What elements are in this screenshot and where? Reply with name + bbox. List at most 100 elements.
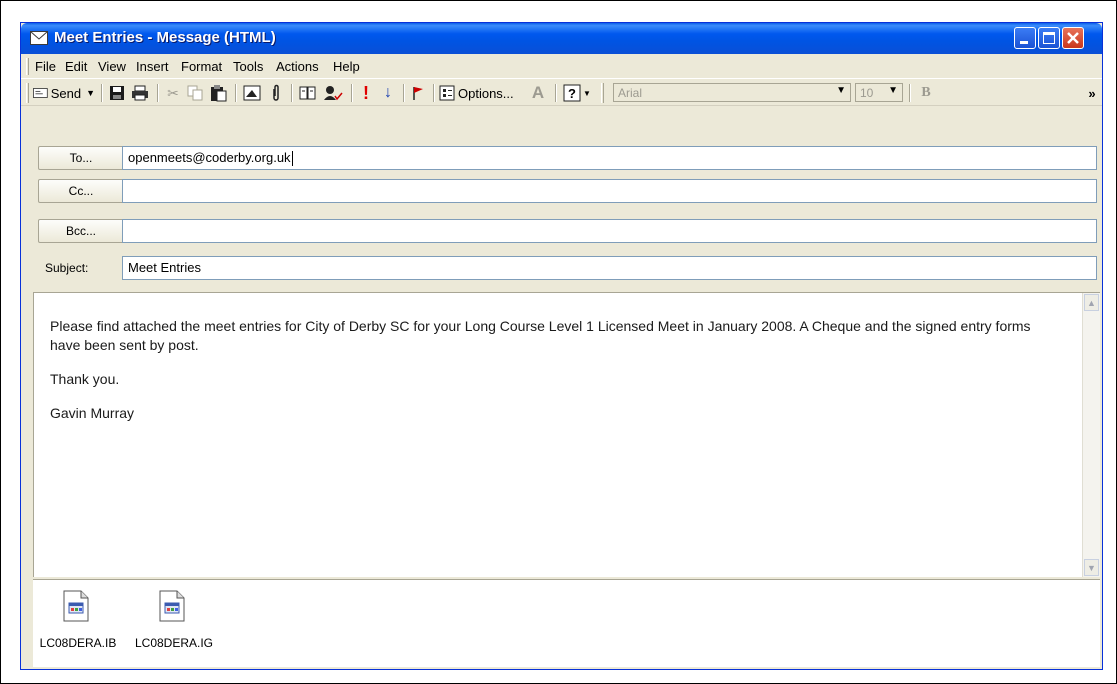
options-button[interactable]: Options...: [439, 83, 525, 103]
menu-file[interactable]: File: [35, 59, 56, 74]
menu-format[interactable]: Format: [181, 59, 222, 74]
font-style-button[interactable]: A: [527, 83, 549, 103]
attachment-item[interactable]: LC08DERA.IG: [129, 590, 219, 660]
close-icon: [1067, 32, 1079, 44]
cc-button[interactable]: Cc...: [38, 179, 124, 203]
send-label: Send: [50, 85, 82, 101]
toolbar-separator: [291, 84, 293, 102]
font-name-value: Arial: [618, 86, 643, 100]
scroll-up-button[interactable]: ▲: [1084, 294, 1099, 311]
options-icon: [439, 85, 455, 101]
bcc-button[interactable]: Bcc...: [38, 219, 124, 243]
subject-field[interactable]: Meet Entries: [122, 256, 1097, 280]
title-bar[interactable]: Meet Entries - Message (HTML): [21, 23, 1102, 54]
file-icon: [159, 590, 185, 622]
vertical-scrollbar[interactable]: ▲ ▼: [1082, 293, 1100, 577]
importance-low-button[interactable]: ↓: [379, 83, 397, 103]
toolbar-separator: [555, 84, 557, 102]
maximize-button[interactable]: [1038, 27, 1060, 49]
close-button[interactable]: [1062, 27, 1084, 49]
check-names-button[interactable]: [241, 83, 263, 103]
font-size-dropdown-icon: ▼: [888, 85, 898, 96]
send-button[interactable]: Send ▼: [33, 83, 95, 103]
scroll-down-button[interactable]: ▼: [1084, 559, 1099, 576]
menu-grip: [26, 58, 29, 75]
insert-file-button[interactable]: [267, 83, 285, 103]
body-paragraph: Gavin Murray: [50, 405, 135, 421]
follow-up-flag-button[interactable]: [409, 83, 427, 103]
toolbar-separator: [403, 84, 405, 102]
formatting-grip: [601, 83, 604, 103]
options-label: Options...: [458, 85, 514, 101]
bold-label: B: [921, 85, 931, 100]
toolbar-separator: [909, 84, 911, 102]
cc-field[interactable]: [122, 179, 1097, 203]
menu-edit[interactable]: Edit: [65, 59, 87, 74]
toolbar-grip: [26, 83, 29, 103]
menu-bar: File Edit View Insert Format Tools Actio…: [21, 55, 1102, 77]
bcc-field[interactable]: [122, 219, 1097, 243]
message-window: Meet Entries - Message (HTML) File Edit …: [20, 22, 1103, 670]
help-button[interactable]: ? ▼: [561, 83, 593, 103]
font-size-combo[interactable]: 10 ▼: [855, 83, 903, 102]
attachment-name: LC08DERA.IB: [39, 636, 117, 650]
print-button[interactable]: [129, 83, 151, 103]
file-icon: [63, 590, 89, 622]
envelope-icon: [30, 31, 48, 45]
bold-button[interactable]: B: [917, 83, 935, 103]
toolbar-separator: [101, 84, 103, 102]
help-dropdown-icon: ▼: [583, 88, 591, 98]
to-button[interactable]: To...: [38, 146, 124, 170]
subject-label: Subject:: [45, 261, 89, 275]
save-button[interactable]: [107, 83, 127, 103]
toolbar-separator: [235, 84, 237, 102]
flag-icon: [413, 87, 423, 100]
body-paragraph: Please find attached the meet entries fo…: [50, 318, 1031, 353]
minimize-button[interactable]: [1014, 27, 1036, 49]
down-arrow-icon: ↓: [384, 84, 392, 101]
user-check-icon: [324, 86, 343, 101]
exclamation-icon: !: [363, 82, 369, 103]
cut-button[interactable]: ✂: [163, 83, 183, 103]
toolbar-separator: [157, 84, 159, 102]
address-book-button[interactable]: [297, 83, 319, 103]
chevron-right-icon: »: [1088, 85, 1096, 101]
menu-insert[interactable]: Insert: [136, 59, 169, 74]
toolbar-overflow-button[interactable]: »: [1085, 83, 1099, 103]
attachment-item[interactable]: LC08DERA.IB: [33, 590, 123, 660]
send-dropdown-icon: ▼: [86, 88, 95, 98]
message-body[interactable]: Please find attached the meet entries fo…: [33, 292, 1100, 577]
body-paragraph: Thank you.: [50, 371, 120, 387]
address-card-icon: [243, 85, 261, 101]
font-a-icon: A: [531, 83, 545, 102]
font-name-combo[interactable]: Arial ▼: [613, 83, 851, 102]
scissors-icon: ✂: [167, 84, 179, 101]
window-title: Meet Entries - Message (HTML): [54, 29, 276, 46]
help-icon: ?: [563, 84, 581, 102]
send-icon: [33, 88, 48, 98]
to-field[interactable]: openmeets@coderby.org.uk: [122, 146, 1097, 170]
menu-help[interactable]: Help: [333, 59, 360, 74]
chevron-down-icon: ▼: [1087, 562, 1096, 573]
font-name-dropdown-icon: ▼: [836, 85, 846, 96]
copy-icon: [187, 85, 203, 101]
menu-view[interactable]: View: [98, 59, 126, 74]
address-book-icon: [299, 86, 316, 100]
text-cursor: [291, 151, 293, 167]
menu-tools[interactable]: Tools: [233, 59, 263, 74]
chevron-up-icon: ▲: [1087, 297, 1096, 308]
check-names-user-button[interactable]: [321, 83, 345, 103]
minimize-icon: [1020, 41, 1028, 44]
attachments-pane: LC08DERA.IB LC08DERA.IG: [33, 579, 1100, 667]
paste-button[interactable]: [207, 83, 229, 103]
menu-actions[interactable]: Actions: [276, 59, 319, 74]
to-field-value: openmeets@coderby.org.uk: [128, 150, 291, 165]
toolbar-separator: [433, 84, 435, 102]
printer-icon: [132, 85, 148, 101]
maximize-icon: [1043, 32, 1055, 44]
svg-text:?: ?: [568, 86, 576, 101]
copy-button[interactable]: [185, 83, 205, 103]
importance-high-button[interactable]: !: [357, 83, 375, 103]
toolbar-separator: [351, 84, 353, 102]
save-icon: [110, 86, 124, 100]
